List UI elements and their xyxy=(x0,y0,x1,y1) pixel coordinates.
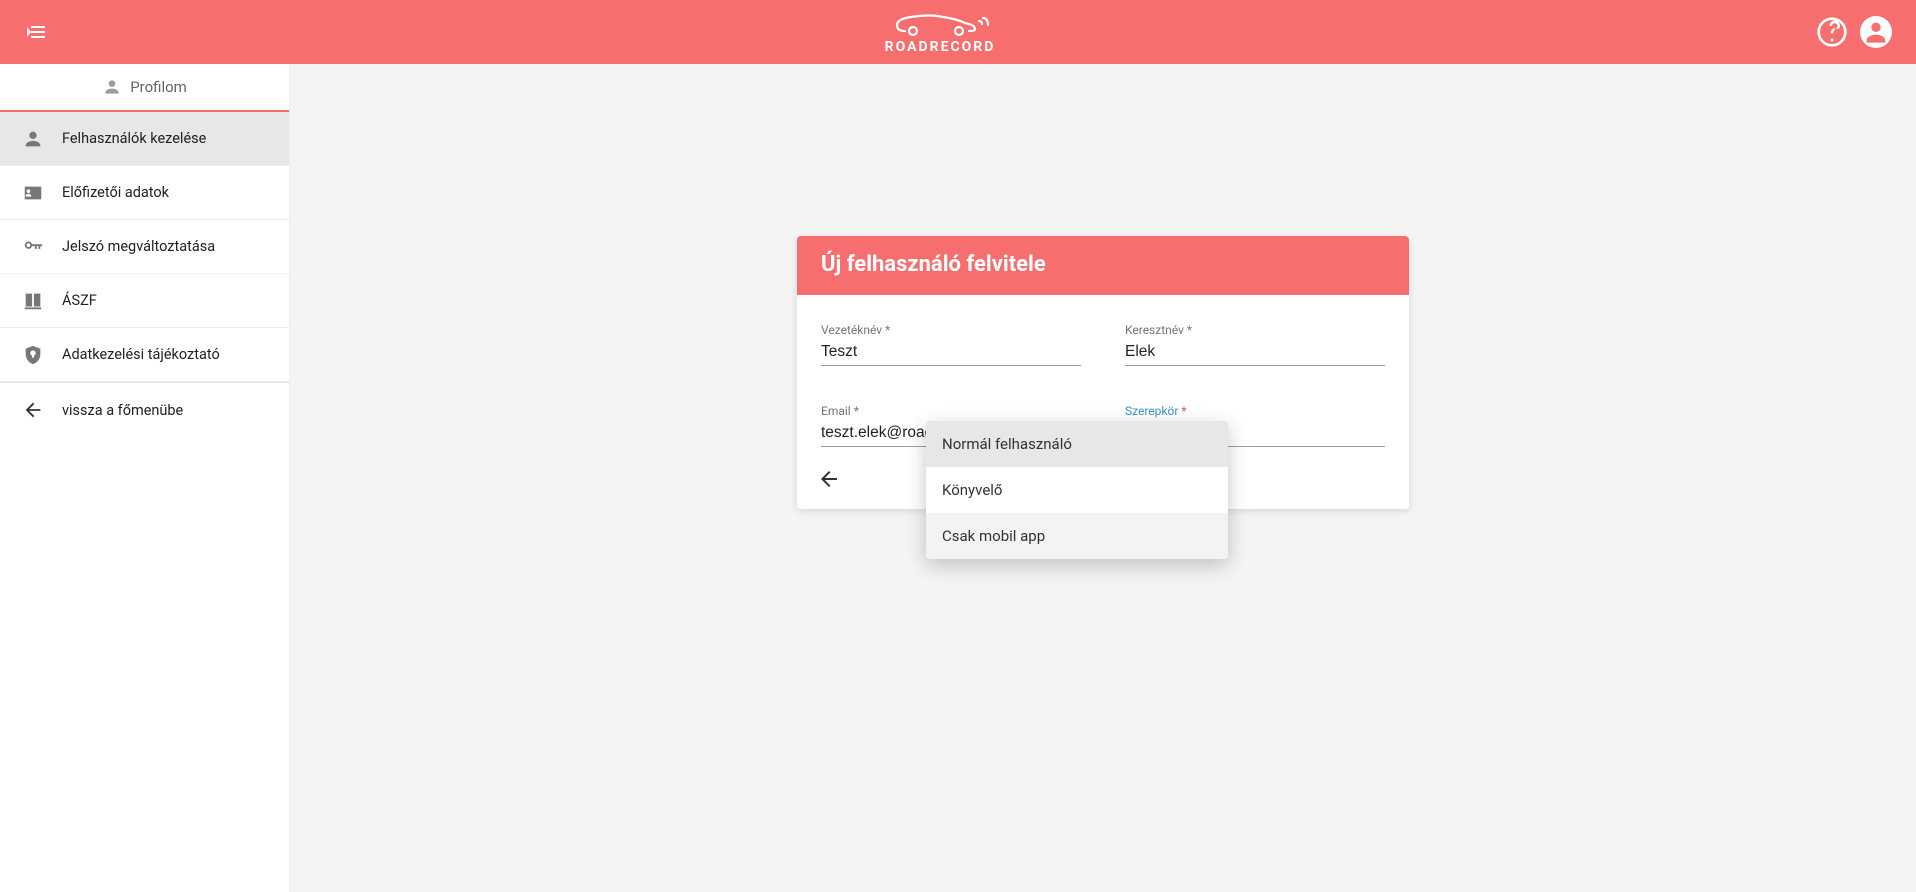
brand-logo[interactable]: ROADRECORD xyxy=(885,9,996,55)
sidebar-item-label: Előfizetői adatok xyxy=(62,184,169,201)
account-icon[interactable] xyxy=(1860,16,1892,48)
field-lastname: Vezetéknév * xyxy=(821,323,1081,366)
sidebar: Profilom Felhasználók kezelése Előfizető… xyxy=(0,64,290,892)
header-right xyxy=(1816,16,1892,48)
arrow-back-icon xyxy=(22,399,44,421)
sidebar-item-label: Felhasználók kezelése xyxy=(62,130,206,147)
back-button[interactable] xyxy=(817,467,841,491)
sidebar-item-terms[interactable]: ÁSZF xyxy=(0,274,289,328)
sidebar-item-label: Adatkezelési tájékoztató xyxy=(62,346,220,363)
shield-icon xyxy=(22,344,44,366)
role-option-mobile[interactable]: Csak mobil app xyxy=(926,513,1228,559)
id-card-icon xyxy=(22,182,44,204)
header-center: ROADRECORD xyxy=(64,9,1816,55)
header-left xyxy=(24,20,64,44)
sidebar-item-privacy[interactable]: Adatkezelési tájékoztató xyxy=(0,328,289,382)
sidebar-title-label: Profilom xyxy=(130,78,187,96)
sidebar-title: Profilom xyxy=(0,64,289,112)
person-icon xyxy=(102,77,122,97)
firstname-label: Keresztnév * xyxy=(1125,323,1385,337)
role-option-accountant[interactable]: Könyvelő xyxy=(926,467,1228,513)
person-icon xyxy=(22,128,44,150)
email-label: Email * xyxy=(821,404,1081,418)
arrow-back-icon xyxy=(817,467,841,491)
field-firstname: Keresztnév * xyxy=(1125,323,1385,366)
menu-toggle-icon[interactable] xyxy=(24,20,48,44)
sidebar-item-users[interactable]: Felhasználók kezelése xyxy=(0,112,289,166)
sidebar-item-label: ÁSZF xyxy=(62,292,97,309)
role-option-normal[interactable]: Normál felhasználó xyxy=(926,421,1228,467)
sidebar-item-label: vissza a főmenübe xyxy=(62,402,183,419)
app-header: ROADRECORD xyxy=(0,0,1916,64)
book-icon xyxy=(22,290,44,312)
key-icon xyxy=(22,236,44,258)
help-icon[interactable] xyxy=(1816,16,1848,48)
lastname-label: Vezetéknév * xyxy=(821,323,1081,337)
brand-text: ROADRECORD xyxy=(885,39,996,55)
role-label: Szerepkör * xyxy=(1125,404,1385,418)
sidebar-item-back[interactable]: vissza a főmenübe xyxy=(0,383,289,437)
role-dropdown-menu: Normál felhasználó Könyvelő Csak mobil a… xyxy=(926,421,1228,559)
lastname-input[interactable] xyxy=(821,341,1081,366)
sidebar-item-label: Jelszó megváltoztatása xyxy=(62,238,215,255)
firstname-input[interactable] xyxy=(1125,341,1385,366)
card-title: Új felhasználó felvitele xyxy=(797,236,1409,295)
sidebar-item-password[interactable]: Jelszó megváltoztatása xyxy=(0,220,289,274)
sidebar-item-subscriber[interactable]: Előfizetői adatok xyxy=(0,166,289,220)
